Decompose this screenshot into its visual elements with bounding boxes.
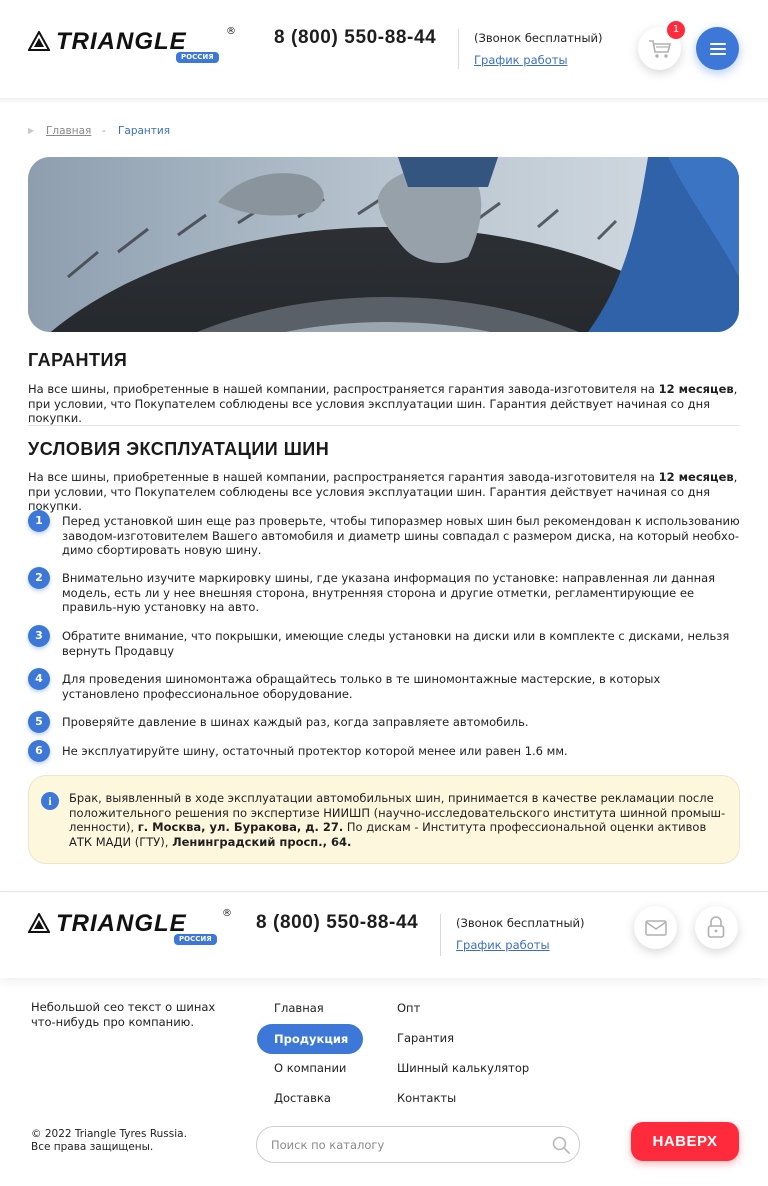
- list-item: 3 Обратите внимание, что покрышки, имеющ…: [28, 625, 740, 658]
- logo-region-badge: РОССИЯ: [174, 934, 217, 945]
- login-button[interactable]: [695, 906, 738, 949]
- triangle-logo-icon: [28, 31, 50, 51]
- site-header: TRIANGLE ® РОССИЯ 8 (800) 550-88-44 (Зво…: [0, 0, 768, 98]
- logo-wordmark: TRIANGLE: [56, 910, 187, 937]
- conditions-intro: На все шины, приобретенные в нашей компа…: [28, 470, 740, 514]
- logo-registered-mark: ®: [222, 908, 232, 919]
- list-item-text: Проверяйте давление в шинах каждый раз, …: [62, 715, 529, 729]
- footer-nav-products[interactable]: Продукция: [257, 1024, 363, 1054]
- breadcrumb-home-link[interactable]: Главная: [46, 125, 91, 137]
- footer-schedule-link[interactable]: График работы: [456, 938, 550, 952]
- list-item-text: Внимательно изучите маркировку шины, где…: [62, 571, 716, 614]
- footer-free-call-label: (Звонок бесплатный): [456, 916, 585, 930]
- lock-icon: [707, 916, 725, 938]
- header-shadow-band: [0, 98, 768, 104]
- info-icon: i: [41, 792, 59, 810]
- list-item-text: Не эксплуатируйте шину, остаточный проте…: [62, 744, 568, 758]
- cart-icon: [649, 40, 672, 58]
- list-item-number: 1: [28, 510, 50, 532]
- conditions-term: 12 месяцев: [658, 470, 734, 484]
- copyright-line: © 2022 Triangle Tyres Russia.: [31, 1128, 187, 1140]
- logo-region-badge: РОССИЯ: [176, 52, 219, 63]
- conditions-text-part: На все шины, приобретенные в нашей компа…: [28, 470, 659, 484]
- breadcrumb-arrow-icon: ▶: [28, 126, 35, 135]
- footer-nav-delivery[interactable]: Доставка: [274, 1091, 331, 1105]
- footer-nav-tire-calculator[interactable]: Шинный калькулятор: [397, 1061, 529, 1075]
- list-item: 2 Внимательно изучите маркировку шины, г…: [28, 567, 740, 614]
- copyright-line: Все права защищены.: [31, 1141, 154, 1153]
- breadcrumb-current: Гарантия: [118, 125, 171, 137]
- search-icon[interactable]: [552, 1136, 570, 1154]
- list-item-number: 2: [28, 567, 50, 589]
- footer-nav-contacts[interactable]: Контакты: [397, 1091, 456, 1105]
- logo-wordmark: TRIANGLE: [56, 28, 187, 55]
- list-item: 1 Перед установкой шин еще раз проверьте…: [28, 510, 740, 557]
- hands-holding-tire-photo: [28, 157, 739, 332]
- hamburger-menu-icon: [710, 43, 726, 55]
- scroll-to-top-button[interactable]: НАВЕРХ: [631, 1122, 739, 1161]
- header-schedule-link[interactable]: График работы: [474, 53, 568, 67]
- footer-nav-warranty[interactable]: Гарантия: [397, 1031, 454, 1045]
- hero-banner: [28, 157, 739, 332]
- notice-address: Ленинградский просп., 64.: [172, 834, 352, 849]
- breadcrumb-separator: -: [102, 125, 106, 137]
- notice-address: г. Москва, ул. Буракова, д. 27.: [137, 820, 344, 834]
- list-item-number: 3: [28, 625, 50, 647]
- list-item: 5 Проверяйте давление в шинах каждый раз…: [28, 711, 740, 733]
- footer-nav-about[interactable]: О компании: [274, 1061, 346, 1075]
- list-item: 4 Для проведения шиномонтажа обращайтесь…: [28, 668, 740, 701]
- list-item: 6 Не эксплуатируйте шину, остаточный про…: [28, 740, 740, 762]
- footer-nav-home[interactable]: Главная: [274, 1001, 324, 1015]
- header-phone[interactable]: 8 (800) 550-88-44: [274, 27, 436, 49]
- list-item-text: Обратите внимание, что покрышки, имеющие…: [62, 629, 730, 658]
- list-item-number: 4: [28, 668, 50, 690]
- warranty-text-part: На все шины, приобретенные в нашей компа…: [28, 382, 659, 396]
- footer-phone[interactable]: 8 (800) 550-88-44: [256, 912, 418, 934]
- header-divider: [458, 29, 459, 69]
- footer-contact-bar: TRIANGLE ® РОССИЯ 8 (800) 550-88-44 (Зво…: [0, 892, 768, 978]
- cart-count-badge: 1: [667, 21, 685, 39]
- logo[interactable]: TRIANGLE ® РОССИЯ: [28, 26, 238, 64]
- mail-icon: [645, 920, 667, 936]
- header-free-call-label: (Звонок бесплатный): [474, 31, 603, 45]
- section-divider: [28, 425, 739, 426]
- footer-nav-wholesale[interactable]: Опт: [397, 1001, 420, 1015]
- list-item-text: Перед установкой шин еще раз проверьте, …: [62, 514, 740, 557]
- mail-button[interactable]: [634, 906, 677, 949]
- footer-logo[interactable]: TRIANGLE ® РОССИЯ: [28, 908, 238, 946]
- footer-seo-text: Небольшой сео текст о шинах что-нибудь п…: [31, 1000, 216, 1029]
- catalog-search: [256, 1126, 580, 1163]
- warranty-term: 12 месяцев: [658, 382, 734, 396]
- copyright: © 2022 Triangle Tyres Russia. Все права …: [31, 1128, 231, 1154]
- notice-text: Брак, выявленный в ходе эксплуатации авт…: [69, 791, 729, 849]
- menu-button[interactable]: [696, 27, 739, 70]
- notice-box: i Брак, выявленный в ходе эксплуатации а…: [28, 775, 740, 864]
- list-item-text: Для проведения шиномонтажа обращайтесь т…: [62, 672, 661, 701]
- triangle-logo-icon: [28, 913, 50, 933]
- conditions-title: УСЛОВИЯ ЭКСПЛУАТАЦИИ ШИН: [28, 439, 330, 459]
- list-item-number: 5: [28, 711, 50, 733]
- search-input[interactable]: [271, 1127, 541, 1162]
- list-item-number: 6: [28, 740, 50, 762]
- warranty-text: На все шины, приобретенные в нашей компа…: [28, 382, 740, 426]
- warranty-title: ГАРАНТИЯ: [28, 350, 128, 370]
- footer-phone-divider: [440, 914, 441, 956]
- logo-registered-mark: ®: [226, 26, 236, 37]
